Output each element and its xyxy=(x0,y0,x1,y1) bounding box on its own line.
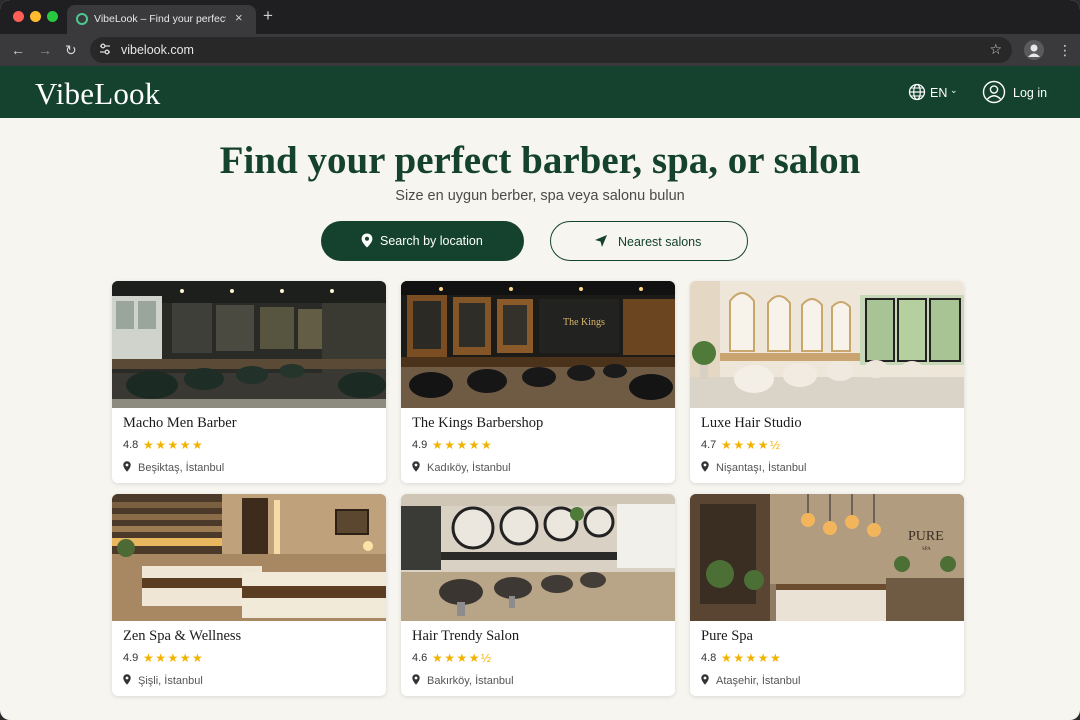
browser-window: VibeLook – Find your perfect barber × + … xyxy=(0,0,1080,720)
site-logo[interactable]: VibeLook xyxy=(35,76,160,112)
chevron-down-icon: ⌄ xyxy=(950,85,958,95)
login-label: Log in xyxy=(1013,86,1048,100)
spa-sign-text: PURE xyxy=(908,529,944,544)
tab-title: VibeLook – Find your perfect barber xyxy=(94,13,226,25)
salon-location: Nişantaşı, İstanbul xyxy=(716,462,807,474)
site-header: VibeLook EN ⌄ Log in xyxy=(0,66,1080,118)
location-pin-icon xyxy=(412,674,420,685)
salon-photo: PURE SPA xyxy=(690,494,964,621)
search-by-location-button[interactable]: Search by location xyxy=(321,221,524,261)
close-window-button[interactable] xyxy=(13,11,24,22)
reload-button[interactable]: ↻ xyxy=(65,40,77,60)
globe-icon xyxy=(908,83,926,101)
salon-name[interactable]: The Kings Barbershop xyxy=(412,415,543,432)
salon-name[interactable]: Hair Trendy Salon xyxy=(412,628,519,645)
tab-strip: VibeLook – Find your perfect barber × + xyxy=(0,0,1080,34)
salon-card[interactable]: Hair Trendy Salon 4.6 ★★★★½ Bakırköy, İs… xyxy=(401,494,675,696)
salon-card[interactable]: Luxe Hair Studio 4.7 ★★★★½ Nişantaşı, İs… xyxy=(690,281,964,483)
map-pin-icon xyxy=(361,233,373,248)
salon-location: Şişli, İstanbul xyxy=(138,675,203,687)
tab-close-icon[interactable]: × xyxy=(235,10,243,26)
salon-card[interactable]: Macho Men Barber 4.8 ★★★★★ Beşiktaş, İst… xyxy=(112,281,386,483)
salon-card[interactable]: The Kings The Kings Barbershop 4.9 ★★★★★… xyxy=(401,281,675,483)
salon-photo xyxy=(112,281,386,408)
salon-name[interactable]: Zen Spa & Wellness xyxy=(123,628,241,645)
search-by-location-label: Search by location xyxy=(380,234,483,248)
navigation-arrow-icon xyxy=(595,235,607,247)
salon-rating: 4.7 xyxy=(701,439,717,451)
location-pin-icon xyxy=(701,674,709,685)
star-rating-icon: ★★★★½ xyxy=(432,651,493,665)
salon-rating: 4.9 xyxy=(123,652,139,664)
browser-tab[interactable]: VibeLook – Find your perfect barber × xyxy=(67,5,256,34)
spa-sign-subtext: SPA xyxy=(922,547,931,552)
salon-card[interactable]: Zen Spa & Wellness 4.9 ★★★★★ Şişli, İsta… xyxy=(112,494,386,696)
nearest-salons-button[interactable]: Nearest salons xyxy=(550,221,748,261)
favicon-icon xyxy=(76,13,88,25)
forward-button[interactable]: → xyxy=(38,40,52,60)
browser-menu-icon[interactable]: ⋮ xyxy=(1058,40,1072,60)
salon-photo: The Kings xyxy=(401,281,675,408)
salon-name[interactable]: Macho Men Barber xyxy=(123,415,237,432)
salon-rating: 4.8 xyxy=(701,652,717,664)
salon-photo xyxy=(112,494,386,621)
maximize-window-button[interactable] xyxy=(47,11,58,22)
shop-sign-text: The Kings xyxy=(563,317,605,328)
salon-rating: 4.9 xyxy=(412,439,428,451)
star-rating-icon: ★★★★★ xyxy=(721,651,783,665)
location-pin-icon xyxy=(701,461,709,472)
salon-card[interactable]: PURE SPA Pure Spa 4.8 ★★★★★ Ataşehir, İs… xyxy=(690,494,964,696)
url-text: vibelook.com xyxy=(121,43,194,57)
salon-location: Beşiktaş, İstanbul xyxy=(138,462,225,474)
salon-location: Kadıköy, İstanbul xyxy=(427,462,511,474)
salon-location: Ataşehir, İstanbul xyxy=(716,675,801,687)
back-button[interactable]: ← xyxy=(11,40,25,60)
bookmark-star-icon[interactable]: ☆ xyxy=(989,41,1002,58)
person-icon xyxy=(1028,44,1040,57)
browser-toolbar: ← → ↻ vibelook.com ☆ ⋮ xyxy=(0,34,1080,66)
location-pin-icon xyxy=(123,461,131,472)
location-pin-icon xyxy=(412,461,420,472)
user-circle-icon xyxy=(982,80,1006,104)
location-pin-icon xyxy=(123,674,131,685)
profile-avatar-icon[interactable] xyxy=(1024,40,1044,60)
site-info-icon[interactable] xyxy=(98,42,112,56)
nearest-salons-label: Nearest salons xyxy=(618,235,702,249)
star-rating-icon: ★★★★★ xyxy=(432,438,494,452)
new-tab-button[interactable]: + xyxy=(263,6,273,26)
minimize-window-button[interactable] xyxy=(30,11,41,22)
salon-photo xyxy=(401,494,675,621)
page-title: Find your perfect barber, spa, or salon xyxy=(219,139,861,182)
star-rating-icon: ★★★★★ xyxy=(143,438,205,452)
salon-rating: 4.6 xyxy=(412,652,428,664)
salon-rating: 4.8 xyxy=(123,439,139,451)
address-bar[interactable]: vibelook.com ☆ xyxy=(90,37,1012,63)
salon-name[interactable]: Luxe Hair Studio xyxy=(701,415,802,432)
page-subtitle: Size en uygun berber, spa veya salonu bu… xyxy=(395,188,685,204)
star-rating-icon: ★★★★½ xyxy=(721,438,782,452)
star-rating-icon: ★★★★★ xyxy=(143,651,205,665)
salon-photo xyxy=(690,281,964,408)
language-code: EN xyxy=(930,86,948,100)
salon-location: Bakırköy, İstanbul xyxy=(427,675,514,687)
salon-name[interactable]: Pure Spa xyxy=(701,628,753,645)
